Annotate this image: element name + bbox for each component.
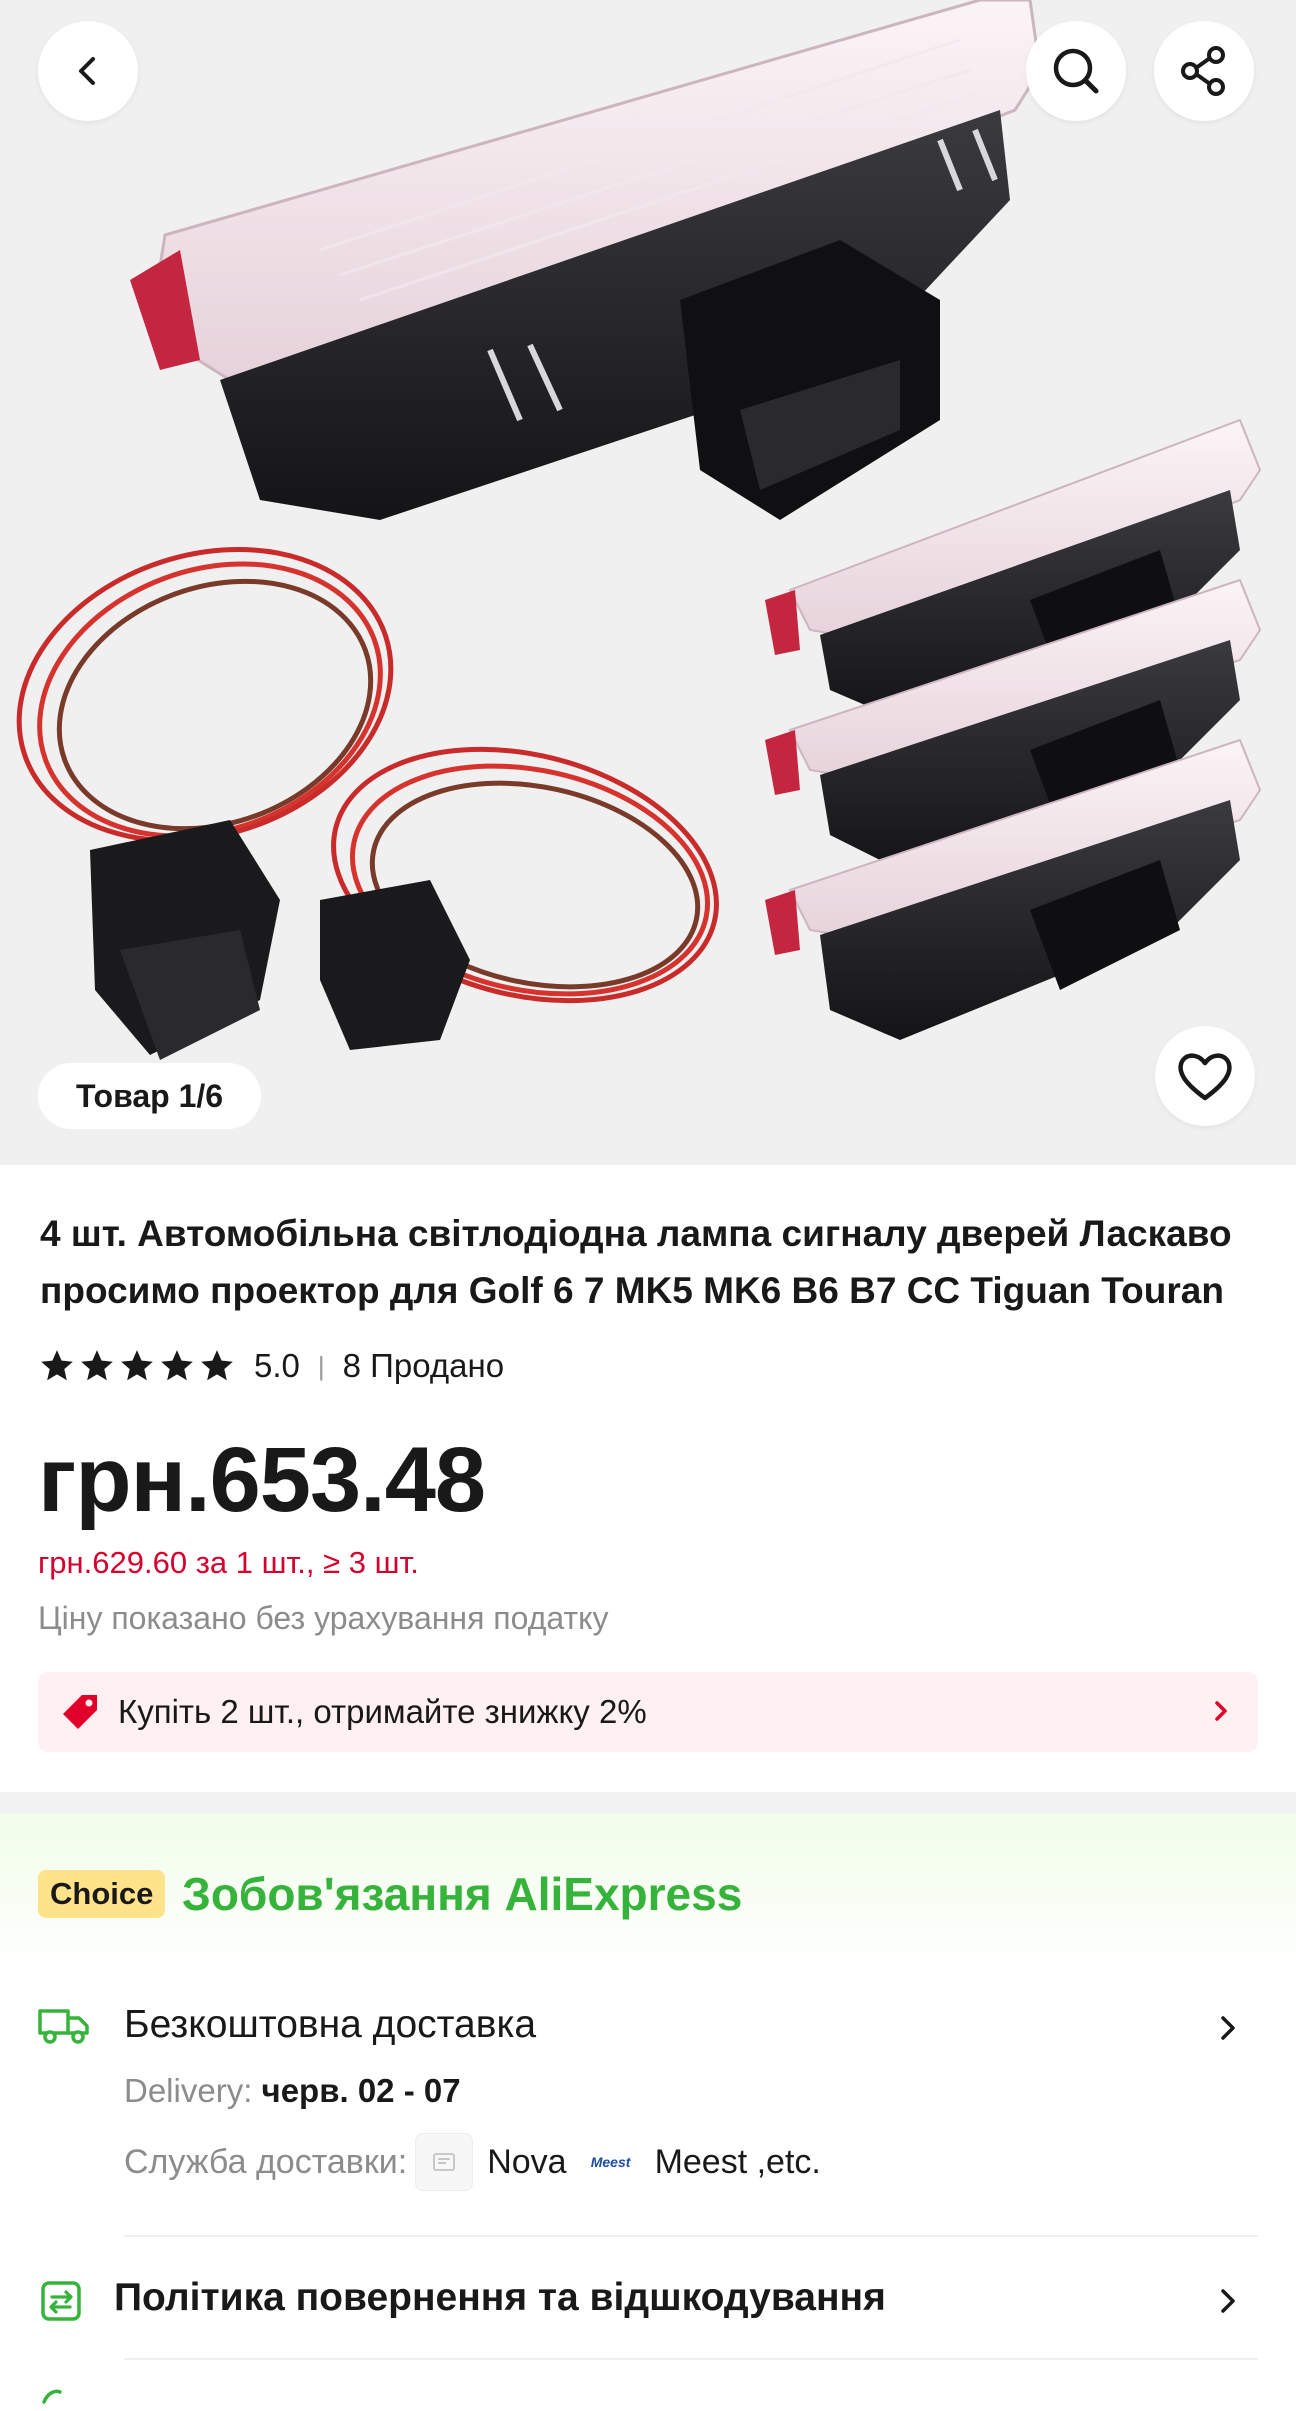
return-policy-icon [38, 2278, 84, 2329]
choice-badge: Choice [38, 1870, 166, 1918]
tax-note: Ціну показано без урахування податку [38, 1600, 609, 1636]
product-image-gallery[interactable]: Товар 1/6 [0, 0, 1296, 1165]
product-image [16, 0, 1262, 1060]
star-icon [81, 1350, 113, 1381]
bulk-price: грн.629.60 за 1 шт., ≥ 3 шт. [38, 1545, 419, 1580]
large-lamp [130, 0, 1042, 520]
choice-title[interactable]: Зобов'язання AliExpress [182, 1864, 742, 1924]
promo-banner[interactable]: Купіть 2 шт., отримайте знижку 2% [38, 1672, 1258, 1752]
search-button[interactable] [1026, 21, 1126, 121]
price-tag-icon [60, 1692, 100, 1732]
delivery-dates: черв. 02 - 07 [261, 2072, 461, 2109]
product-title[interactable]: 4 шт. Автомобільна світлодіодна лампа си… [40, 1205, 1250, 1319]
share-icon [1181, 46, 1225, 96]
promo-text: Купіть 2 шт., отримайте знижку 2% [118, 1693, 647, 1730]
price: грн.653.48 [38, 1429, 486, 1531]
shipping-title[interactable]: Безкоштовна доставка [124, 2003, 536, 2047]
service-label: Служба доставки: [124, 2142, 408, 2181]
small-lamps [765, 418, 1262, 1040]
heart-icon [1178, 1053, 1232, 1101]
chevron-right-icon[interactable] [1210, 2010, 1246, 2051]
rating-row[interactable]: 5.0 | 8 Продано [38, 1342, 504, 1390]
star-icon [41, 1350, 73, 1381]
star-icon [201, 1350, 233, 1381]
meest-logo-icon: Meest [590, 2154, 631, 2170]
delivery-service-row: Служба доставки: Nova Meest Meest ,etc. [124, 2133, 821, 2191]
image-counter: Товар 1/6 [38, 1063, 262, 1129]
rating-value: 5.0 [254, 1347, 300, 1384]
connectors [90, 820, 470, 1060]
back-button[interactable] [38, 21, 138, 121]
rating-stars [38, 1347, 236, 1385]
return-policy-title[interactable]: Політика повернення та відшкодування [114, 2276, 886, 2320]
section-divider [0, 1792, 1296, 1814]
share-button[interactable] [1154, 21, 1254, 121]
star-icon [161, 1350, 193, 1381]
back-arrow-icon [79, 57, 95, 85]
sold-count: 8 Продано [342, 1347, 505, 1384]
delivery-label: Delivery: [124, 2072, 262, 2109]
carrier-nova: Nova [487, 2142, 567, 2181]
search-icon [1053, 48, 1099, 94]
truck-icon [36, 2003, 92, 2052]
carrier-meest: Meest ,etc. [654, 2142, 821, 2181]
chevron-right-icon[interactable] [1210, 2283, 1246, 2324]
star-icon [121, 1350, 153, 1381]
next-section-icon [38, 2386, 78, 2406]
chevron-right-icon [1204, 1694, 1238, 1736]
separator: | [317, 1350, 325, 1381]
nova-logo-icon [415, 2133, 474, 2191]
divider [124, 2358, 1258, 2360]
delivery-info: Delivery: черв. 02 - 07 [124, 2072, 461, 2110]
wishlist-button[interactable] [1155, 1026, 1255, 1126]
divider [124, 2235, 1258, 2237]
